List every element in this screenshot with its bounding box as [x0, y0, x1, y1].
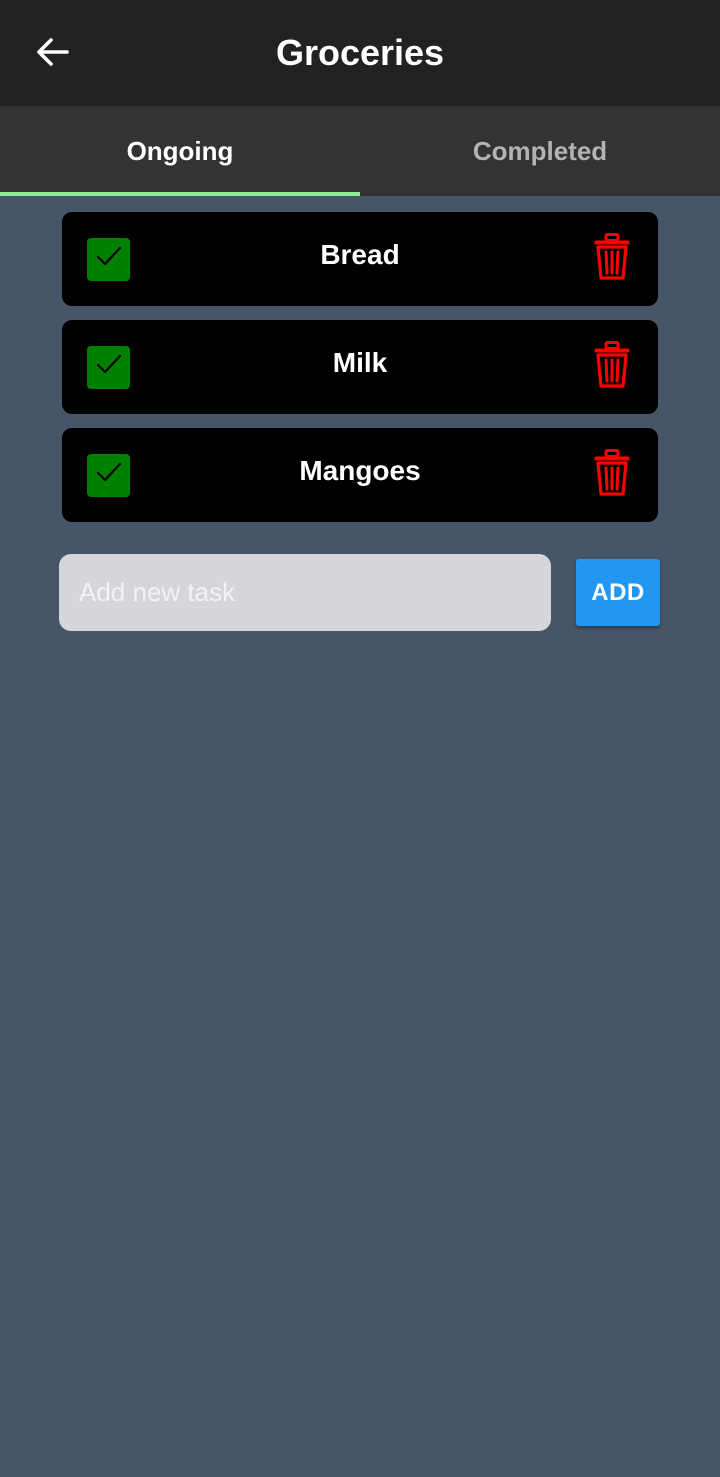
tab-ongoing-label: Ongoing [126, 135, 234, 166]
delete-task-button[interactable] [590, 448, 634, 502]
task-label: Bread [320, 239, 400, 270]
delete-task-button[interactable] [590, 232, 634, 286]
task-checkbox[interactable] [87, 346, 130, 389]
checkmark-icon [96, 246, 122, 273]
task-checkbox[interactable] [87, 238, 130, 281]
new-task-input[interactable] [59, 554, 551, 631]
task-list: Bread Milk Mangoes [62, 212, 658, 536]
page-title: Groceries [275, 32, 445, 73]
checkmark-icon [96, 462, 122, 489]
task-item: Mangoes [62, 428, 658, 522]
task-item: Milk [62, 320, 658, 414]
trash-icon [593, 232, 631, 286]
app-bar: Groceries [0, 0, 720, 106]
tab-indicator [0, 192, 360, 196]
tab-bar: Ongoing Completed [0, 106, 720, 196]
checkmark-icon [96, 354, 122, 381]
back-button[interactable] [24, 28, 80, 80]
arrow-left-icon [35, 37, 69, 72]
tab-completed-label: Completed [472, 135, 608, 166]
add-task-button[interactable]: ADD [576, 559, 660, 626]
task-checkbox[interactable] [87, 454, 130, 497]
task-label: Mangoes [299, 455, 421, 486]
delete-task-button[interactable] [590, 340, 634, 394]
trash-icon [593, 340, 631, 394]
tab-completed[interactable]: Completed [360, 106, 720, 196]
trash-icon [593, 448, 631, 502]
task-label: Milk [332, 347, 388, 378]
task-item: Bread [62, 212, 658, 306]
tab-ongoing[interactable]: Ongoing [0, 106, 360, 196]
